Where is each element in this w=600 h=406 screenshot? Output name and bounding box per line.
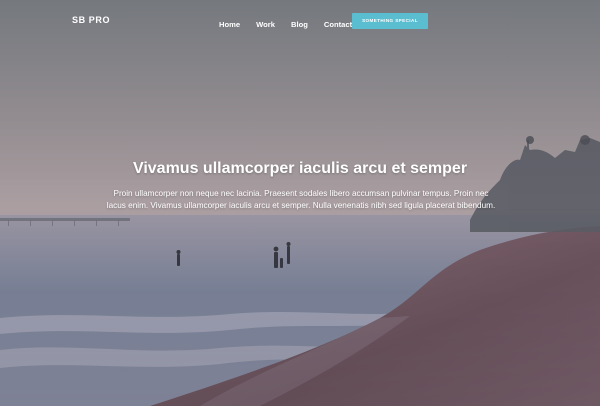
something-special-button[interactable]: Something Special [352, 13, 428, 29]
hero-lead-text: Proin ullamcorper non neque nec lacinia.… [106, 189, 496, 211]
nav-link-home[interactable]: Home [219, 20, 240, 29]
hero-headline: Vivamus ullamcorper iaculis arcu et semp… [132, 160, 468, 177]
nav-link-contact[interactable]: Contact [324, 20, 352, 29]
nav-link-work[interactable]: Work [256, 20, 275, 29]
nav-link-blog[interactable]: Blog [291, 20, 308, 29]
hero-section: SB PRO Home Work Blog Contact Something … [0, 0, 600, 406]
nav-links: Home Work Blog Contact [219, 14, 368, 32]
top-navbar: SB PRO Home Work Blog Contact Something … [0, 0, 600, 42]
brand-logo-link[interactable]: SB PRO [72, 15, 110, 25]
